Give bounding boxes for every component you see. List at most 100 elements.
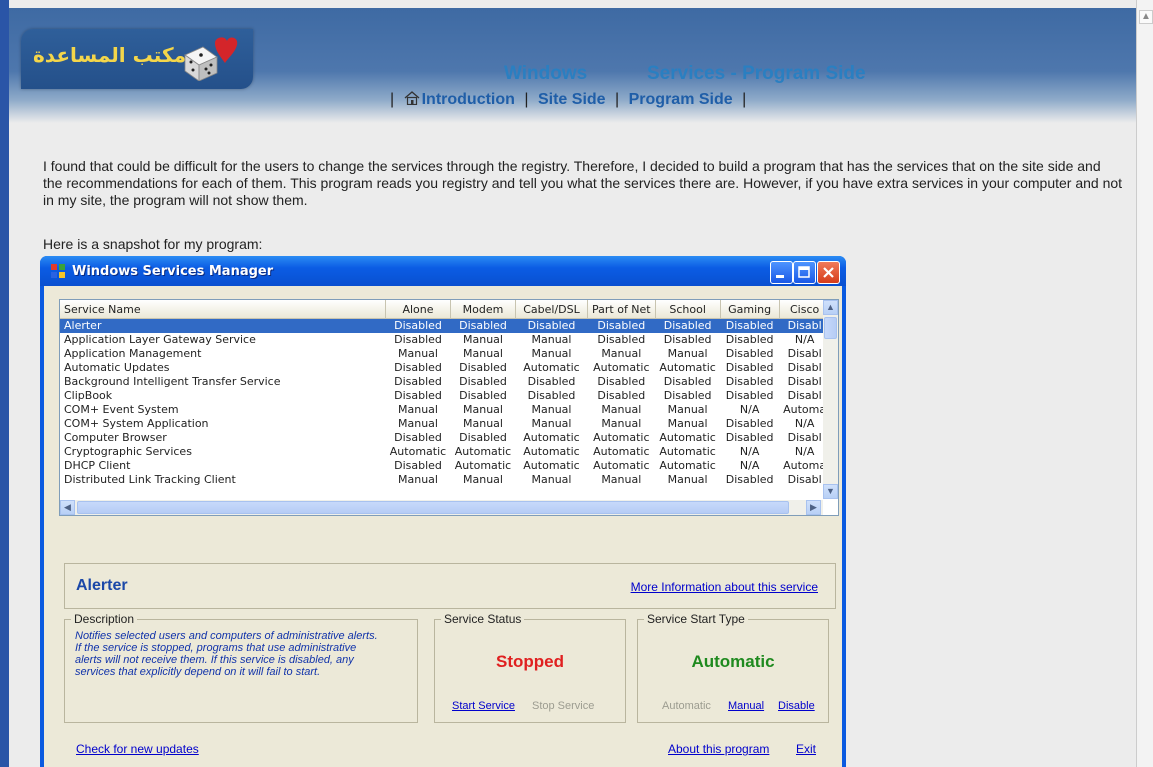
services-list[interactable]: Service Name Alone Modem Cabel/DSL Part … xyxy=(59,299,839,516)
table-row[interactable]: Distributed Link Tracking Client Manual Ma… xyxy=(60,473,830,487)
page-scroll-up-button[interactable]: ▲ xyxy=(1139,10,1153,24)
nav-link-site-side[interactable]: Site Side xyxy=(538,91,606,108)
column-header-service-name[interactable]: Service Name xyxy=(60,300,386,319)
table-cell: Manual xyxy=(667,403,708,416)
list-vertical-scrollbar[interactable]: ▲ ▼ xyxy=(823,300,838,499)
left-border xyxy=(0,0,9,767)
table-cell: Disabled xyxy=(725,333,774,346)
intro-paragraph: I found that could be difficult for the … xyxy=(43,158,1123,208)
service-status-legend: Service Status xyxy=(441,612,525,626)
page-vertical-scrollbar[interactable]: ▲ xyxy=(1136,0,1153,767)
description-legend: Description xyxy=(71,612,138,626)
list-horizontal-scrollbar[interactable]: ◀ ▶ xyxy=(60,500,823,515)
scroll-up-button[interactable]: ▲ xyxy=(823,300,838,315)
table-row[interactable]: Alerter Disabled Disabled Disabled Disabled D… xyxy=(60,318,831,333)
exit-link[interactable]: Exit xyxy=(796,742,816,756)
start-type-manual-link[interactable]: Manual xyxy=(728,700,764,712)
more-info-link[interactable]: More Information about this service xyxy=(631,580,818,594)
table-cell: Computer Browser xyxy=(64,431,167,444)
dice-heart-icon xyxy=(184,37,238,81)
site-logo[interactable]: مكتب المساعدة xyxy=(21,29,253,89)
table-row[interactable]: COM+ Event System Manual Manual Manual Manua… xyxy=(60,403,830,417)
table-row[interactable]: Computer Browser Disabled Disabled Automati… xyxy=(60,431,830,445)
table-cell: Application Management xyxy=(64,347,202,360)
table-cell: COM+ Event System xyxy=(64,403,179,416)
services-table: Service Name Alone Modem Cabel/DSL Part … xyxy=(60,300,831,487)
minimize-button[interactable] xyxy=(770,261,793,284)
start-type-automatic-link[interactable]: Automatic xyxy=(662,700,711,712)
window-titlebar[interactable]: Windows Services Manager xyxy=(40,256,846,286)
table-cell: Disabled xyxy=(459,375,507,388)
column-header-gaming[interactable]: Gaming xyxy=(720,300,780,319)
scroll-down-button[interactable]: ▼ xyxy=(823,484,838,499)
start-service-link[interactable]: Start Service xyxy=(452,700,515,712)
table-cell: ClipBook xyxy=(64,389,113,402)
table-cell: Automatic xyxy=(523,431,580,444)
table-cell: DHCP Client xyxy=(64,459,131,472)
close-button[interactable] xyxy=(817,261,840,284)
table-cell: Disabled xyxy=(527,389,576,402)
table-row[interactable]: Automatic Updates Disabled Disabled Automat… xyxy=(60,361,830,375)
table-cell: Disabled xyxy=(725,389,774,402)
table-cell: Disabled xyxy=(385,318,451,333)
table-cell: Disabled xyxy=(725,347,774,360)
table-cell: Manual xyxy=(601,347,642,360)
table-row[interactable]: Background Intelligent Transfer Service D… xyxy=(60,375,830,389)
table-cell: Automatic xyxy=(659,445,716,458)
table-cell: Disabled xyxy=(597,333,646,346)
web-page: مكتب المساعدة Windows Services - Program… xyxy=(0,0,1153,767)
table-cell: Automatic xyxy=(593,459,650,472)
table-row[interactable]: COM+ System Application Manual Manual Manua… xyxy=(60,417,830,431)
table-cell: Disabled xyxy=(394,333,442,346)
table-cell: N/A xyxy=(739,445,760,458)
scroll-right-button[interactable]: ▶ xyxy=(806,500,821,515)
service-status-value: Stopped xyxy=(496,652,564,671)
table-cell: Disabled xyxy=(394,375,442,388)
column-header-cabel-dsl[interactable]: Cabel/DSL xyxy=(515,300,588,319)
table-cell: N/A xyxy=(739,459,760,472)
about-program-link[interactable]: About this program xyxy=(668,742,769,756)
window-client-area: Service Name Alone Modem Cabel/DSL Part … xyxy=(44,286,842,767)
table-cell: Manual xyxy=(531,347,572,360)
table-row[interactable]: ClipBook Disabled Disabled Disabled Disabled… xyxy=(60,389,830,403)
table-cell: Disabled xyxy=(394,431,442,444)
table-cell: Manual xyxy=(601,473,642,486)
table-cell: COM+ System Application xyxy=(64,417,209,430)
nav-separator: | xyxy=(742,91,747,108)
table-cell: Manual xyxy=(667,417,708,430)
scroll-thumb-vertical[interactable] xyxy=(824,317,837,339)
table-cell: Application Layer Gateway Service xyxy=(64,333,256,346)
nav-link-introduction[interactable]: Introduction xyxy=(422,91,515,108)
scroll-thumb-horizontal[interactable] xyxy=(77,501,789,514)
table-cell: Manual xyxy=(463,347,503,360)
scroll-left-button[interactable]: ◀ xyxy=(60,500,75,515)
nav-separator: | xyxy=(615,91,620,108)
nav-link-program-side[interactable]: Program Side xyxy=(629,91,733,108)
table-cell: Manual xyxy=(398,403,438,416)
column-header-modem[interactable]: Modem xyxy=(450,300,516,319)
table-row[interactable]: DHCP Client Disabled Automatic Automatic Aut… xyxy=(60,459,830,473)
table-cell: Manual xyxy=(463,417,503,430)
table-row[interactable]: Application Management Manual Manual Manual… xyxy=(60,347,830,361)
column-header-alone[interactable]: Alone xyxy=(385,300,451,319)
table-row[interactable]: Application Layer Gateway Service Disable… xyxy=(60,333,830,347)
table-cell: Disabled xyxy=(450,318,516,333)
maximize-button[interactable] xyxy=(793,261,816,284)
table-cell: Background Intelligent Transfer Service xyxy=(64,375,281,388)
column-header-school[interactable]: School xyxy=(655,300,721,319)
stop-service-link[interactable]: Stop Service xyxy=(532,700,594,712)
table-row[interactable]: Cryptographic Services Automatic Automatic… xyxy=(60,445,830,459)
top-navigation: | Introduction | Site Side | Program Sid… xyxy=(385,91,751,109)
home-icon[interactable] xyxy=(404,91,420,105)
table-cell: Disabled xyxy=(394,389,442,402)
table-cell: Disabled xyxy=(394,361,442,374)
table-cell: Disabled xyxy=(663,389,712,402)
column-header-part-of-net[interactable]: Part of Net xyxy=(587,300,656,319)
nav-separator: | xyxy=(524,91,529,108)
table-cell: Automatic xyxy=(593,431,650,444)
check-updates-link[interactable]: Check for new updates xyxy=(76,742,199,756)
table-cell: Manual xyxy=(398,347,438,360)
table-cell: Disabled xyxy=(725,417,774,430)
start-type-disable-link[interactable]: Disable xyxy=(778,700,815,712)
close-icon xyxy=(823,267,834,278)
